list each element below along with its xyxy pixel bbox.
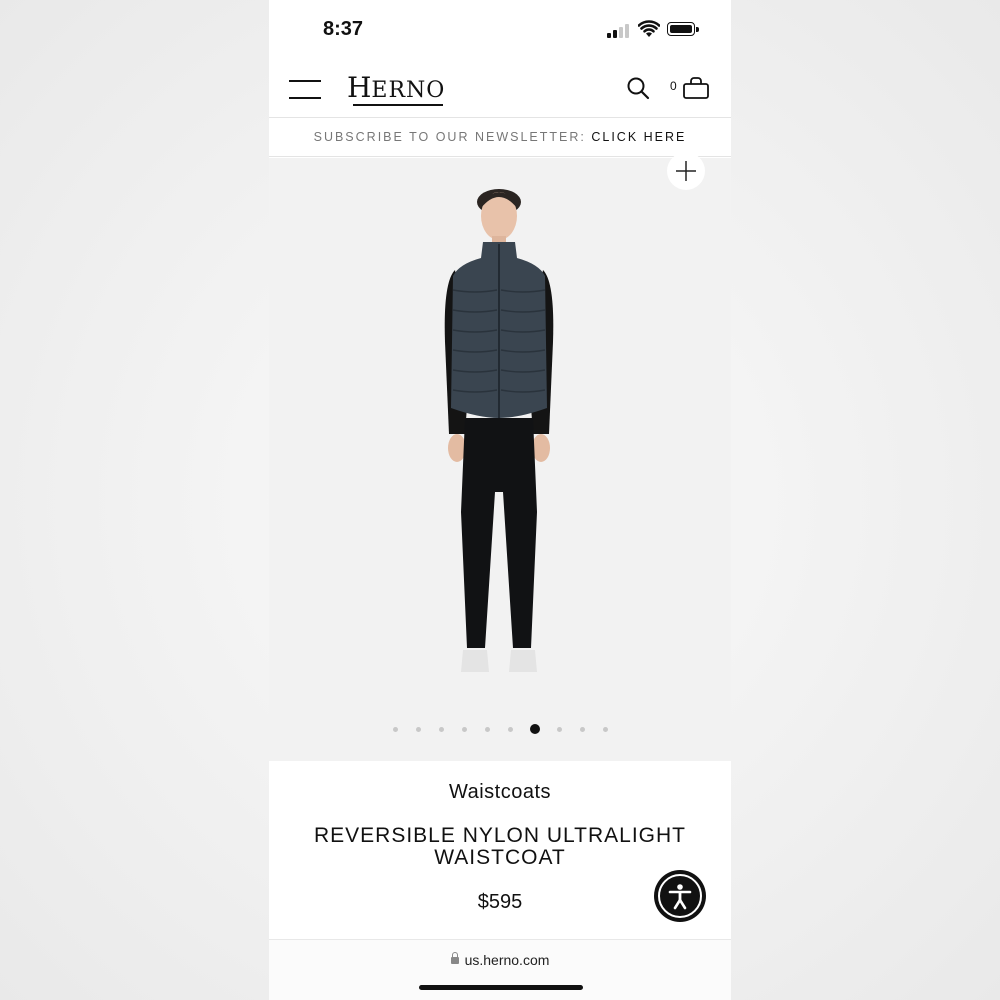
carousel-dot[interactable] (392, 726, 398, 732)
product-info: Waistcoats REVERSIBLE NYLON ULTRALIGHT W… (269, 761, 731, 939)
plus-icon (676, 161, 696, 181)
carousel-dots (269, 724, 731, 736)
product-image (444, 189, 554, 672)
battery-icon (667, 22, 699, 36)
carousel-dot[interactable] (484, 726, 490, 732)
logo-rest: ERNO (371, 78, 446, 103)
carousel-dot-active[interactable] (529, 724, 540, 734)
logo-initial: H (347, 71, 372, 104)
accessibility-icon (668, 884, 692, 910)
lock-icon (450, 951, 459, 964)
product-gallery[interactable] (269, 152, 731, 761)
bag-icon[interactable] (682, 76, 710, 100)
url-display[interactable]: us.herno.com (269, 951, 731, 968)
site-header: HERNO 0 (269, 60, 731, 118)
cart-count: 0 (670, 79, 677, 93)
search-icon[interactable] (626, 76, 650, 100)
newsletter-banner: SUBSCRIBE TO OUR NEWSLETTER: CLICK HERE (269, 117, 731, 157)
carousel-dot[interactable] (579, 726, 585, 732)
status-bar: 8:37 (269, 0, 731, 60)
carousel-dot[interactable] (461, 726, 467, 732)
logo-underline (353, 104, 443, 106)
home-indicator[interactable] (419, 985, 583, 990)
wifi-icon (638, 20, 660, 37)
status-time: 8:37 (323, 18, 364, 40)
carousel-dot[interactable] (438, 726, 444, 732)
newsletter-label: SUBSCRIBE TO OUR NEWSLETTER: (313, 130, 586, 144)
url-text: us.herno.com (464, 952, 550, 968)
menu-icon[interactable] (289, 78, 321, 100)
product-category[interactable]: Waistcoats (269, 781, 731, 804)
accessibility-button[interactable] (654, 870, 706, 922)
product-title: REVERSIBLE NYLON ULTRALIGHT WAISTCOAT (313, 824, 687, 869)
browser-url-bar[interactable]: us.herno.com (269, 939, 731, 1000)
phone-screen: 8:37 HERNO 0 SUBSCRIBE TO OUR NEWSLETTER… (269, 0, 731, 1000)
carousel-dot[interactable] (556, 726, 562, 732)
cellular-signal-icon (607, 22, 631, 38)
carousel-dot[interactable] (415, 726, 421, 732)
newsletter-link[interactable]: CLICK HERE (591, 130, 686, 144)
carousel-dot[interactable] (507, 726, 513, 732)
zoom-button[interactable] (667, 152, 705, 190)
carousel-dot[interactable] (602, 726, 608, 732)
